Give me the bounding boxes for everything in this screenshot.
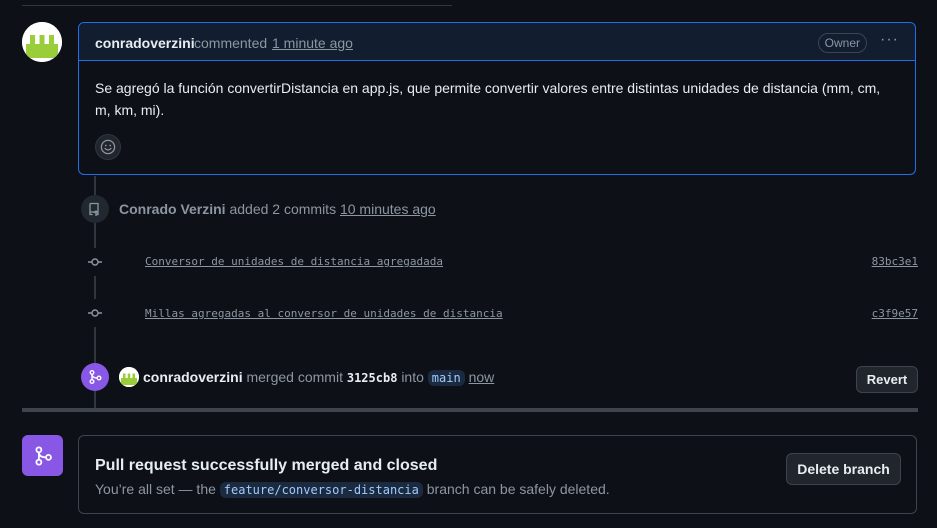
- commit-node-icon: [81, 248, 109, 276]
- commits-event: Conrado Verzini added 2 commits 10 minut…: [119, 201, 436, 217]
- merge-commit-sha-link[interactable]: 3125cb8: [347, 371, 398, 385]
- merge-badge: [81, 363, 109, 391]
- status-desc-suffix: branch can be safely deleted.: [426, 481, 610, 497]
- comment-header: conradoverzini commented 1 minute ago Ow…: [79, 23, 915, 61]
- merge-time-link[interactable]: now: [469, 369, 495, 385]
- revert-button[interactable]: Revert: [856, 366, 918, 393]
- comment-timestamp-link[interactable]: 1 minute ago: [272, 35, 353, 51]
- commit-message-link[interactable]: Conversor de unidades de distancia agreg…: [145, 255, 443, 268]
- commit-sha-link[interactable]: 83bc3e1: [872, 255, 918, 268]
- commit-message-link[interactable]: Millas agregadas al conversor de unidade…: [145, 307, 503, 320]
- comment-author-link[interactable]: conradoverzini: [95, 35, 195, 51]
- avatar[interactable]: [119, 367, 139, 387]
- base-branch-label[interactable]: main: [427, 370, 465, 386]
- comment-body: Se agregó la función convertirDistancia …: [95, 80, 881, 118]
- timeline-divider: [22, 408, 918, 412]
- head-branch-label[interactable]: feature/conversor-distancia: [219, 482, 423, 498]
- repo-push-icon: [89, 202, 99, 216]
- merge-verb: merged commit: [246, 369, 343, 385]
- previous-item-border: [22, 0, 452, 6]
- merge-into-text: into: [401, 369, 424, 385]
- commits-event-actor[interactable]: Conrado Verzini: [119, 201, 226, 217]
- add-reaction-button[interactable]: [95, 134, 121, 160]
- commits-event-action: added 2 commits: [229, 201, 337, 217]
- merge-status-title: Pull request successfully merged and clo…: [95, 457, 438, 474]
- comment-box: conradoverzini commented 1 minute ago Ow…: [78, 22, 916, 175]
- kebab-menu-icon[interactable]: ···: [880, 31, 899, 49]
- identicon-icon: [22, 22, 62, 62]
- git-merge-icon: [35, 445, 52, 466]
- merge-actor-link[interactable]: conradoverzini: [143, 369, 243, 385]
- commit-sha-link[interactable]: c3f9e57: [872, 307, 918, 320]
- repo-push-badge: [81, 195, 109, 223]
- commits-event-time[interactable]: 10 minutes ago: [340, 201, 436, 217]
- status-desc-prefix: You’re all set — the: [95, 481, 216, 497]
- smiley-icon: [100, 139, 116, 155]
- merge-status-description: You’re all set — the feature/conversor-d…: [95, 481, 610, 498]
- merge-event: conradoverzini merged commit 3125cb8 int…: [143, 369, 495, 386]
- git-merge-icon: [89, 370, 102, 384]
- identicon-icon: [119, 367, 139, 387]
- avatar[interactable]: [22, 22, 62, 62]
- delete-branch-button[interactable]: Delete branch: [786, 453, 901, 485]
- comment-verb: commented: [194, 35, 268, 51]
- commit-node-icon: [81, 299, 109, 327]
- owner-badge: Owner: [817, 33, 867, 53]
- merge-status-box: Pull request successfully merged and clo…: [78, 435, 917, 514]
- merged-status-badge: [22, 435, 63, 476]
